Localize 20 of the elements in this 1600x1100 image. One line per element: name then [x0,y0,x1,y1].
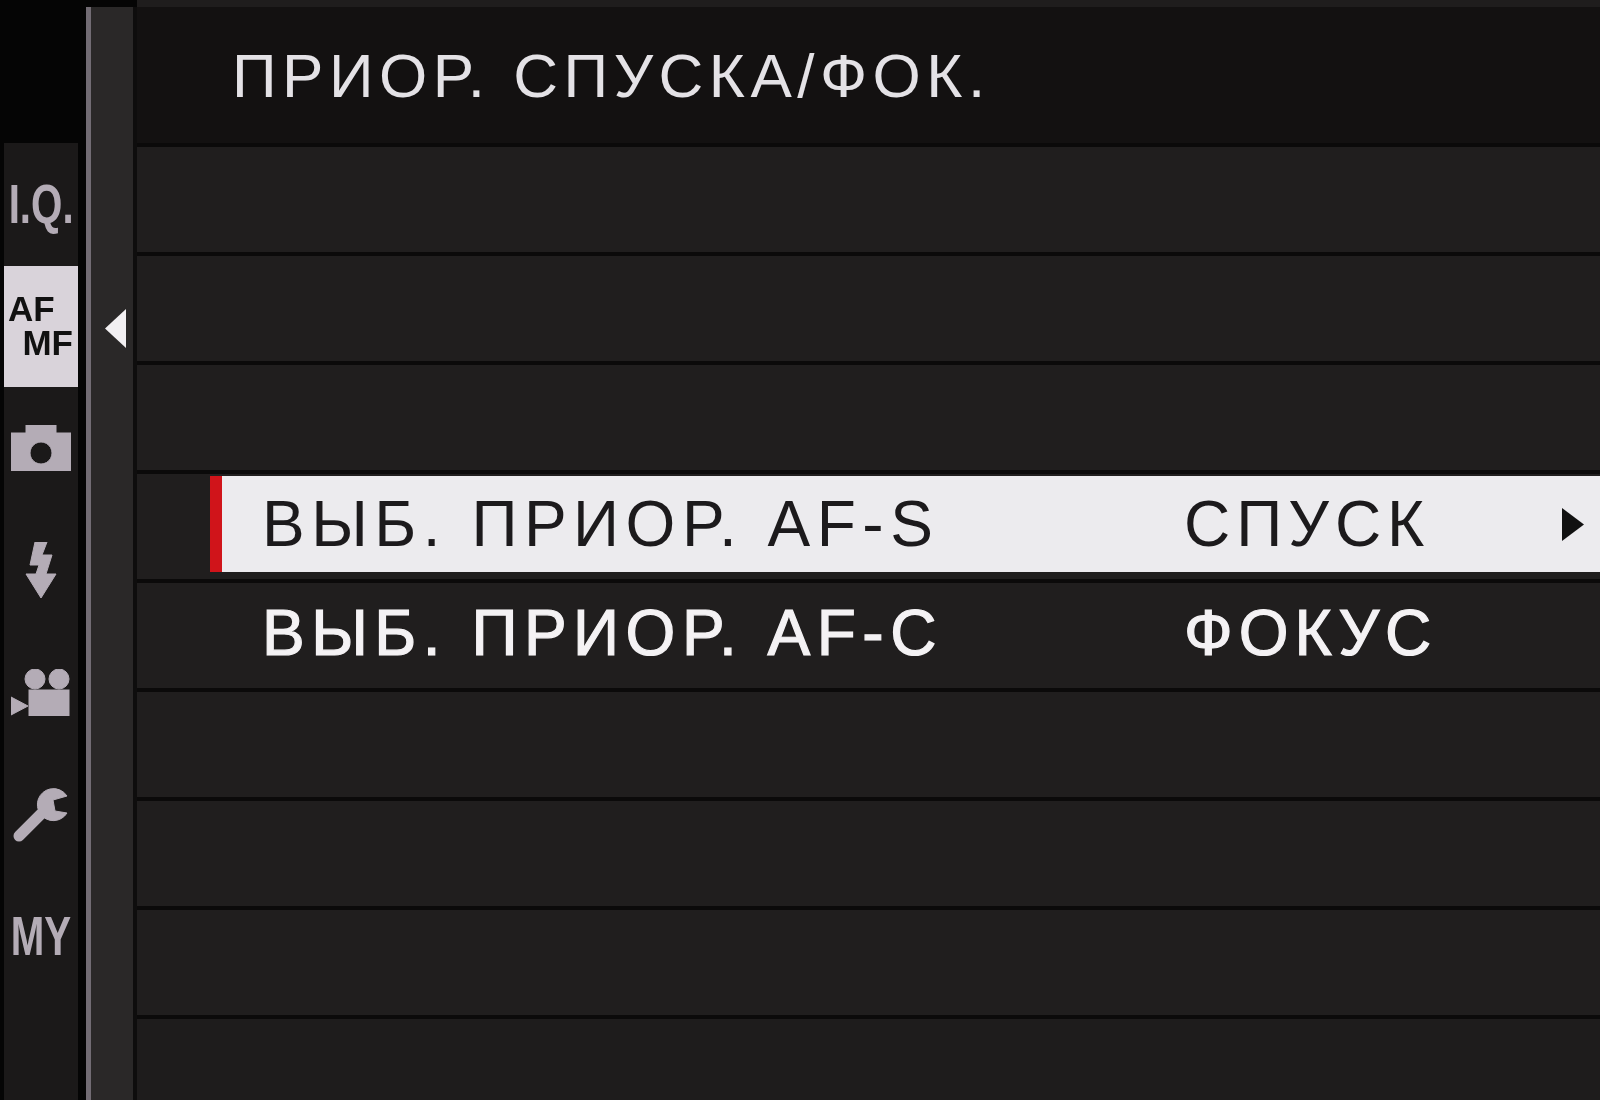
left-triangle-icon [105,309,126,348]
lightning-icon [25,542,57,598]
menu-title: ПРИОР. СПУСКА/ФОК. [232,39,991,111]
setting-label: ВЫБ. ПРИОР. AF-C [262,596,944,670]
menu-tab[interactable] [25,542,57,598]
menu-tab[interactable] [12,786,70,842]
menu-tab[interactable]: AF MF [4,265,78,387]
setting-label: ВЫБ. ПРИОР. AF-S [262,487,941,561]
menu-tab[interactable] [11,425,71,471]
movie-camera-icon [11,668,71,716]
menu-tab[interactable]: MY [10,908,72,964]
wrench-icon [12,786,70,842]
menu-item[interactable]: ВЫБ. ПРИОР. AF-S СПУСК [210,476,1600,572]
camera-icon [11,425,71,471]
setting-value: ФОКУС [1184,596,1438,670]
menu-tab[interactable] [11,668,71,716]
setting-value: СПУСК [1184,487,1431,561]
right-triangle-icon [1562,507,1584,541]
menu-tab[interactable]: I.Q. [8,176,74,232]
menu-item[interactable]: ВЫБ. ПРИОР. AF-C ФОКУС [210,585,1600,681]
